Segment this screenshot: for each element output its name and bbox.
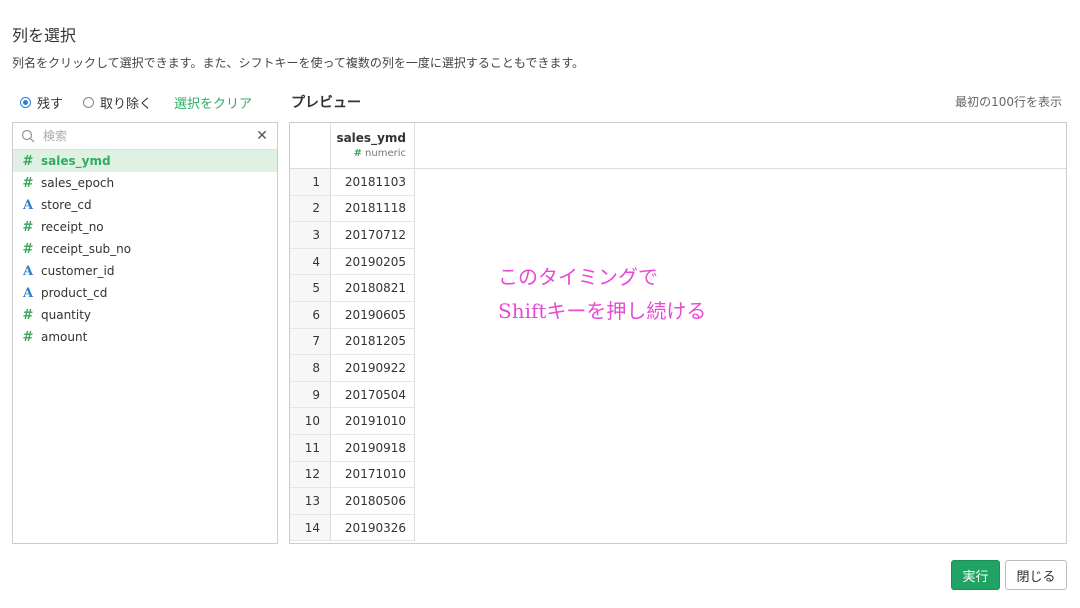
grid-body: 1 20181103 2 20181118 3 20170712 4 20190205 5 201… [290,169,1066,542]
cell-value: 20171010 [331,461,415,489]
remove-radio-label: 取り除く [100,96,153,112]
table-row: 10 20191010 [290,408,1066,435]
annotation-line-1: このタイミングで [498,265,658,289]
cell-value: 20170504 [331,381,415,409]
row-index: 14 [290,514,331,542]
keep-radio-label: 残す [37,96,64,112]
table-row: 1 20181103 [290,169,1066,196]
cell-value: 20191010 [331,408,415,435]
search-bar: ✕ [13,123,277,150]
column-list-panel: ✕ # sales_ymd # sales_epoch Astore_cd # receip… [12,122,278,544]
numeric-type-icon: # [22,329,34,345]
column-header-type-label: numeric [365,148,406,159]
preview-title: プレビュー [291,95,361,111]
clear-search-icon[interactable]: ✕ [255,128,269,144]
numeric-type-icon: # [22,219,34,235]
rows-note: 最初の100行を表示 [955,95,1062,109]
cell-value: 20180506 [331,488,415,515]
column-item-product-cd[interactable]: Aproduct_cd [13,282,277,304]
remove-radio[interactable]: 取り除く [83,93,152,112]
row-index: 1 [290,169,331,196]
dialog-description: 列名をクリックして選択できます。また、シフトキーを使って複数の列を一度に選択する… [12,56,585,70]
cell-value: 20190205 [331,248,415,276]
row-index: 7 [290,328,331,356]
numeric-type-icon: # [22,307,34,323]
grid-header: sales_ymd # numeric [290,123,1066,169]
column-item-label: quantity [41,308,92,322]
table-row: 9 20170504 [290,381,1066,409]
column-item-label: customer_id [41,264,115,278]
table-row: 12 20171010 [290,461,1066,489]
column-item-customer-id[interactable]: Acustomer_id [13,260,277,282]
cell-value: 20181103 [331,169,415,196]
row-index: 2 [290,195,331,223]
numeric-type-icon: # [22,241,34,257]
row-index: 8 [290,355,331,382]
character-type-icon: A [22,263,34,279]
row-index: 12 [290,461,331,489]
column-item-store-cd[interactable]: Astore_cd [13,194,277,216]
index-header [290,123,331,168]
character-type-icon: A [22,285,34,301]
row-index: 4 [290,248,331,276]
mode-selector: 残す 取り除く 選択をクリア [20,92,252,112]
keep-radio[interactable]: 残す [20,93,63,112]
column-header-type: # numeric [331,148,406,159]
remove-radio-dot[interactable] [83,96,95,108]
column-item-label: receipt_no [41,220,104,234]
column-item-label: store_cd [41,198,92,212]
row-index: 6 [290,301,331,329]
cell-value: 20181205 [331,328,415,356]
run-button[interactable]: 実行 [951,560,1000,590]
column-item-label: sales_ymd [41,154,111,168]
column-item-label: product_cd [41,286,108,300]
table-row: 14 20190326 [290,514,1066,542]
table-row: 13 20180506 [290,488,1066,515]
table-row: 3 20170712 [290,222,1066,249]
table-row: 7 20181205 [290,328,1066,356]
cell-value: 20190918 [331,434,415,462]
character-type-icon: A [22,197,34,213]
column-item-sales-ymd[interactable]: # sales_ymd [13,150,277,172]
numeric-type-icon: # [353,148,363,159]
row-index: 3 [290,222,331,249]
table-row: 2 20181118 [290,195,1066,223]
cell-value: 20190326 [331,514,415,542]
close-button[interactable]: 閉じる [1005,560,1067,590]
column-item-quantity[interactable]: # quantity [13,304,277,326]
search-icon [21,129,35,143]
cell-value: 20190922 [331,355,415,382]
row-index: 11 [290,434,331,462]
column-header[interactable]: sales_ymd # numeric [331,123,415,168]
numeric-type-icon: # [22,153,34,169]
row-index: 13 [290,488,331,515]
row-index: 5 [290,275,331,302]
numeric-type-icon: # [22,175,34,191]
cell-value: 20181118 [331,195,415,223]
column-item-label: receipt_sub_no [41,242,132,256]
clear-selection-link[interactable]: 選択をクリア [174,93,252,112]
column-item-receipt-sub-no[interactable]: # receipt_sub_no [13,238,277,260]
table-row: 11 20190918 [290,434,1066,462]
column-item-label: sales_epoch [41,176,115,190]
row-index: 9 [290,381,331,409]
column-item-amount[interactable]: # amount [13,326,277,348]
cell-value: 20180821 [331,275,415,302]
preview-grid: sales_ymd # numeric 1 20181103 2 20181118 3 20… [289,122,1067,544]
keep-radio-dot[interactable] [20,96,31,108]
column-header-name: sales_ymd [336,131,406,145]
table-row: 8 20190922 [290,355,1066,382]
column-item-sales-epoch[interactable]: # sales_epoch [13,172,277,194]
column-item-receipt-no[interactable]: # receipt_no [13,216,277,238]
row-index: 10 [290,408,331,435]
annotation-note: このタイミングで Shiftキーを押し続ける [498,260,706,328]
column-list: # sales_ymd # sales_epoch Astore_cd # receipt_… [13,150,277,348]
annotation-line-2: Shiftキーを押し続ける [498,299,707,323]
cell-value: 20170712 [331,222,415,249]
column-item-label: amount [41,330,88,344]
cell-value: 20190605 [331,301,415,329]
search-input[interactable] [41,128,255,144]
dialog-title: 列を選択 [12,26,77,45]
